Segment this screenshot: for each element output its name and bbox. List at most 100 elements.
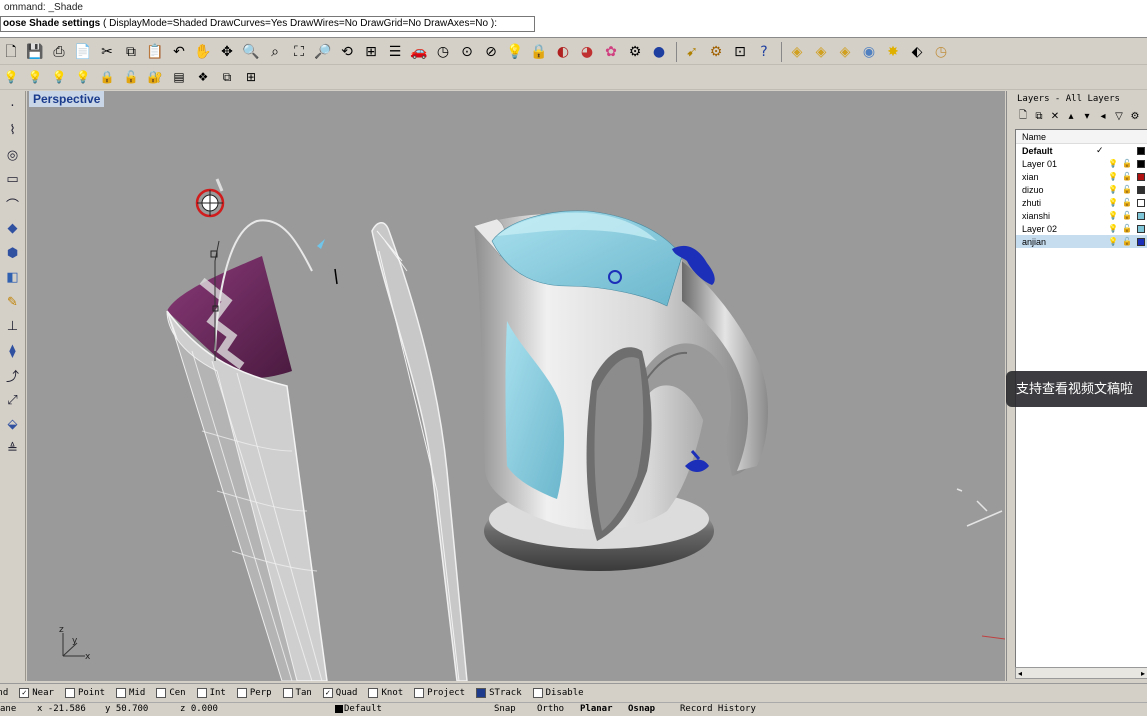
bulb-on-icon[interactable]: 💡: [1106, 172, 1120, 181]
current-layer-check[interactable]: ✓: [1096, 145, 1106, 156]
layer-color-swatch[interactable]: [1137, 172, 1145, 181]
osnap-checkbox[interactable]: [116, 687, 127, 698]
cut-icon[interactable]: ✂: [96, 41, 118, 63]
osnap-checkbox[interactable]: [156, 687, 167, 698]
clock-icon[interactable]: ◷: [432, 41, 454, 63]
arc-icon[interactable]: ⌒: [2, 193, 24, 215]
status-snap[interactable]: Snap: [494, 704, 516, 714]
new-file-icon[interactable]: 🗋: [0, 41, 22, 63]
color-wheel-icon[interactable]: ✿: [600, 41, 622, 63]
bulb-on-icon[interactable]: 💡: [1106, 159, 1120, 168]
new-layer-icon[interactable]: 🗋: [1015, 108, 1031, 125]
circle-icon[interactable]: ◎: [2, 144, 24, 166]
bulb-on-icon[interactable]: 💡: [0, 66, 22, 88]
kettle-model[interactable]: [473, 210, 769, 571]
osnap-checkbox[interactable]: [64, 687, 75, 698]
move-up-icon[interactable]: ▴: [1063, 111, 1079, 122]
tag-icon-1[interactable]: ◈: [786, 41, 808, 63]
layer-row[interactable]: dizuo 💡 🔓: [1016, 183, 1147, 196]
tools-icon[interactable]: ⚙: [1127, 111, 1143, 122]
solid-icon[interactable]: ⬢: [2, 242, 24, 264]
perspective-viewport[interactable]: z y x Perspective: [27, 91, 1005, 681]
command-prompt-input[interactable]: oose Shade settings ( DisplayMode=Shaded…: [0, 16, 535, 32]
layer-color-swatch[interactable]: [1137, 146, 1145, 155]
layer-color-swatch[interactable]: [1137, 224, 1145, 233]
rectangle-icon[interactable]: ▭: [2, 169, 24, 191]
osnap-checkbox[interactable]: ✓: [19, 687, 30, 698]
sphere-render-icon[interactable]: ●: [648, 41, 670, 63]
layer-group-icon[interactable]: ❖: [192, 66, 214, 88]
align-icon[interactable]: ≜: [2, 438, 24, 460]
layer-row[interactable]: Layer 01 💡 🔓: [1016, 157, 1147, 170]
layers-column-name[interactable]: Name: [1016, 130, 1147, 144]
osnap-cen[interactable]: Cen: [156, 687, 186, 698]
light-bulb-icon[interactable]: 💡: [504, 41, 526, 63]
viewport-title[interactable]: Perspective: [29, 91, 105, 107]
dimension-icon[interactable]: ⬙: [2, 414, 24, 436]
cut-shell-surface[interactable]: [166, 256, 328, 681]
layer-color-swatch[interactable]: [1137, 159, 1145, 168]
layers-scrollbar[interactable]: ◂ ▸: [1015, 667, 1147, 679]
move-left-icon[interactable]: ◂: [1095, 111, 1111, 122]
move-down-icon[interactable]: ▾: [1079, 111, 1095, 122]
layer-color-swatch[interactable]: [1137, 237, 1145, 246]
render-icon[interactable]: ◕: [576, 41, 598, 63]
mesh-icon[interactable]: ◧: [2, 267, 24, 289]
bulb-group-icon[interactable]: 💡: [72, 66, 94, 88]
zoom-extents-icon[interactable]: ⛶: [288, 41, 310, 63]
lock-icon[interactable]: 🔒: [528, 41, 550, 63]
settings-gear-icon[interactable]: ⚙: [624, 41, 646, 63]
status-ortho[interactable]: Ortho: [537, 704, 564, 714]
layer-row[interactable]: xian 💡 🔓: [1016, 170, 1147, 183]
paste-icon[interactable]: 📋: [144, 41, 166, 63]
layer-row[interactable]: Layer 02 💡 🔓: [1016, 222, 1147, 235]
lock-closed-icon[interactable]: 🔒: [96, 66, 118, 88]
scroll-left-icon[interactable]: ◂: [1018, 669, 1022, 678]
bulb-dim-icon[interactable]: 💡: [48, 66, 70, 88]
dimension-icon[interactable]: ➹: [681, 41, 703, 63]
properties-icon[interactable]: ☰: [384, 41, 406, 63]
lock-open-icon[interactable]: 🔓: [1120, 224, 1134, 233]
osnap-int[interactable]: Int: [196, 687, 226, 698]
new-sublayer-icon[interactable]: ⧉: [1031, 111, 1047, 122]
four-viewports-icon[interactable]: ⊞: [360, 41, 382, 63]
status-record-history[interactable]: Record History: [680, 704, 756, 714]
layer-row[interactable]: Default ✓: [1016, 144, 1147, 157]
lock-layer-icon[interactable]: 🔐: [144, 66, 166, 88]
osnap-knot[interactable]: Knot: [368, 687, 403, 698]
fillet-icon[interactable]: ⤢: [2, 389, 24, 411]
scroll-right-icon[interactable]: ▸: [1141, 669, 1145, 678]
point-icon[interactable]: ·: [2, 95, 24, 117]
osnap-mid[interactable]: Mid: [116, 687, 145, 698]
shaded-icon[interactable]: ◐: [552, 41, 574, 63]
layer-grid-icon[interactable]: ⊞: [240, 66, 262, 88]
analyze-icon[interactable]: ⤴: [2, 365, 24, 387]
layer-row[interactable]: xianshi 💡 🔓: [1016, 209, 1147, 222]
transform-icon[interactable]: ⊥: [2, 316, 24, 338]
layer-color-swatch[interactable]: [1137, 185, 1145, 194]
osnap-end[interactable]: End: [0, 688, 8, 698]
osnap-checkbox[interactable]: ✓: [322, 687, 333, 698]
pan-hand-icon[interactable]: ✋: [192, 41, 214, 63]
rotate-view-icon[interactable]: ⟲: [336, 41, 358, 63]
osnap-checkbox[interactable]: [476, 687, 487, 698]
zoom-selected-icon[interactable]: 🔎: [312, 41, 334, 63]
show-icon[interactable]: ⊙: [456, 41, 478, 63]
gumball-target-icon[interactable]: [195, 178, 225, 218]
import-icon[interactable]: 📄: [72, 41, 94, 63]
hide-icon[interactable]: ⊘: [480, 41, 502, 63]
print-icon[interactable]: ⎙: [48, 41, 70, 63]
layer-color-swatch[interactable]: [1137, 198, 1145, 207]
grid-icon[interactable]: ⊡: [729, 41, 751, 63]
curve-icon[interactable]: ⌇: [2, 120, 24, 142]
osnap-near[interactable]: ✓ Near: [19, 687, 54, 698]
layer-match-icon[interactable]: ⧉: [216, 66, 238, 88]
layer-row[interactable]: anjian 💡 🔓: [1016, 235, 1147, 248]
status-osnap[interactable]: Osnap: [628, 704, 655, 714]
car-render-icon[interactable]: 🚗: [408, 41, 430, 63]
copy-icon[interactable]: ⧉: [120, 41, 142, 63]
star-icon[interactable]: ✸: [882, 41, 904, 63]
surface-icon[interactable]: ◆: [2, 218, 24, 240]
save-icon[interactable]: 💾: [24, 41, 46, 63]
osnap-perp[interactable]: Perp: [236, 687, 272, 698]
